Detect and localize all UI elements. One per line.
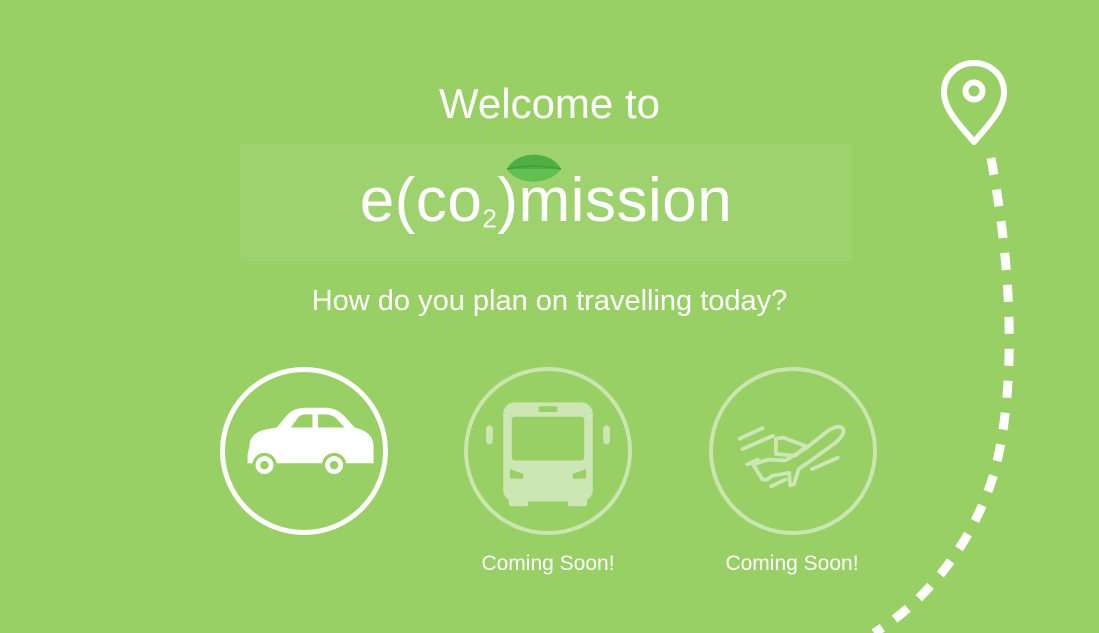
bus-option-button xyxy=(464,367,632,535)
landing-screen: Welcome to e(co2)mission How do you plan… xyxy=(0,0,1099,633)
bus-icon xyxy=(486,402,610,507)
app-logo-text: e(co2)mission xyxy=(240,163,852,239)
plane-option-button xyxy=(709,367,877,535)
app-logo: e(co2)mission xyxy=(240,143,852,261)
plane-icon xyxy=(737,424,846,489)
car-icon xyxy=(247,407,374,478)
car-option-button[interactable] xyxy=(220,367,388,535)
logo-suffix: )mission xyxy=(497,166,733,235)
location-pin-icon xyxy=(941,60,1007,145)
logo-subscript: 2 xyxy=(482,203,498,234)
logo-prefix: e(co xyxy=(359,166,483,235)
bus-status-label: Coming Soon! xyxy=(481,552,615,575)
